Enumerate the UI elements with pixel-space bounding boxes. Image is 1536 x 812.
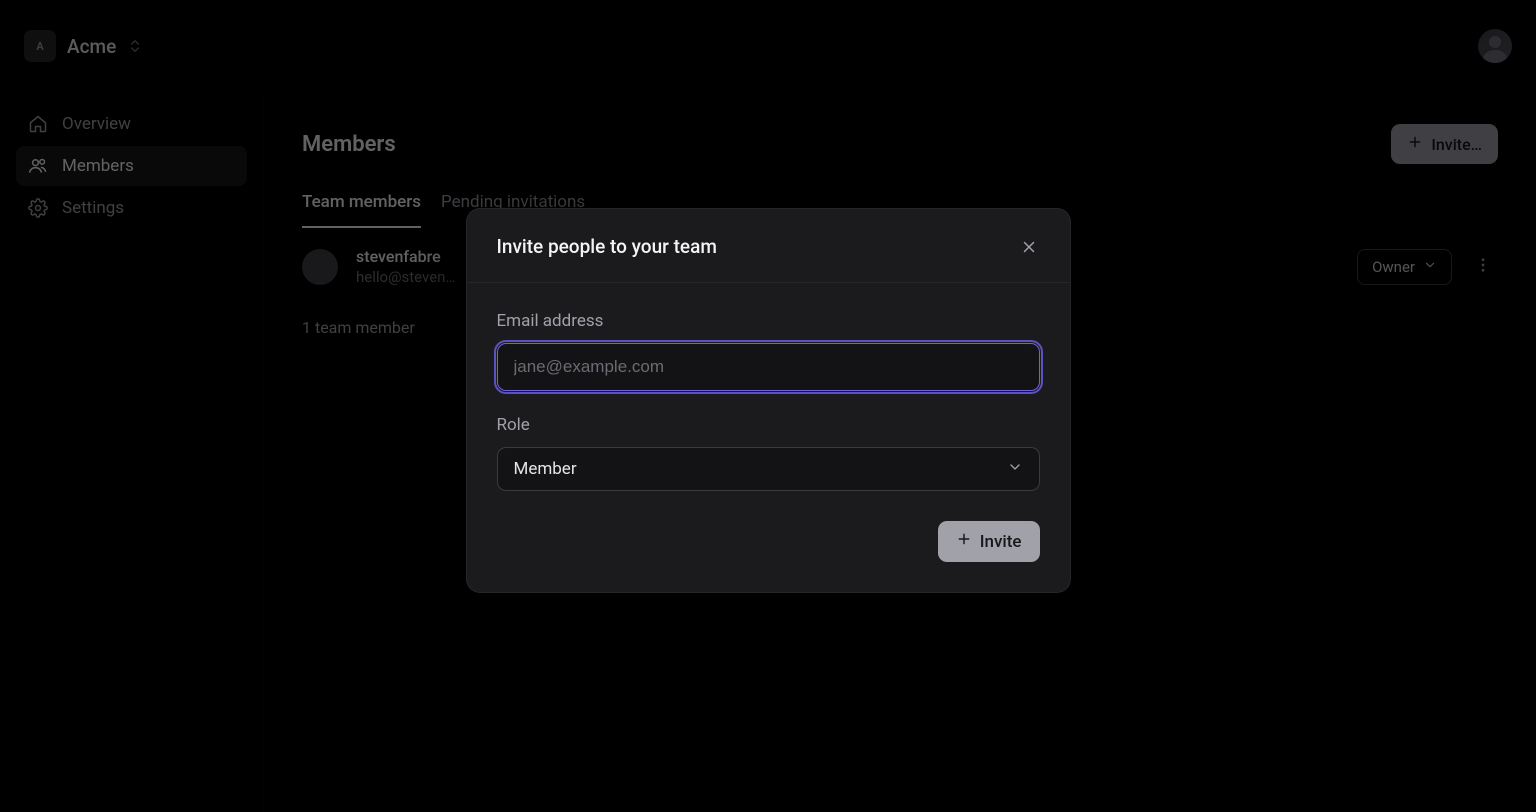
- role-field-label: Role: [497, 415, 1040, 435]
- modal-title: Invite people to your team: [497, 235, 717, 258]
- plus-icon: [956, 531, 972, 552]
- role-select-value: Member: [514, 459, 577, 479]
- email-field[interactable]: [497, 343, 1040, 391]
- invite-submit-button[interactable]: Invite: [938, 521, 1040, 562]
- email-field-label: Email address: [497, 311, 1040, 331]
- role-select[interactable]: Member: [497, 447, 1040, 491]
- chevron-down-icon: [1007, 459, 1023, 480]
- invite-submit-label: Invite: [980, 532, 1022, 552]
- modal-overlay[interactable]: Invite people to your team Email address…: [0, 0, 1536, 812]
- modal-close-button[interactable]: [1018, 236, 1040, 258]
- invite-modal: Invite people to your team Email address…: [466, 208, 1071, 593]
